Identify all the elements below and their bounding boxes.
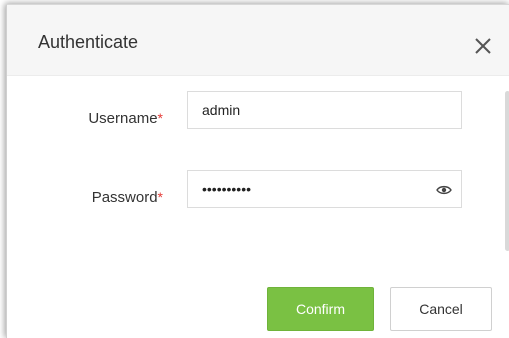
- password-label-text: Password: [91, 189, 158, 206]
- dialog-title: Authenticate: [38, 32, 139, 52]
- cancel-button[interactable]: Cancel: [390, 287, 492, 331]
- scrollbar[interactable]: [505, 91, 509, 251]
- required-mark: *: [157, 110, 163, 126]
- required-mark: *: [157, 189, 163, 205]
- authenticate-dialog: Authenticate Username* Password* Confirm…: [6, 4, 509, 338]
- password-label: Password*: [13, 188, 163, 207]
- username-label: Username*: [13, 109, 163, 128]
- username-label-text: Username: [88, 110, 158, 127]
- dialog-header: Authenticate: [7, 5, 509, 76]
- show-password-toggle[interactable]: [436, 183, 452, 195]
- password-input[interactable]: [188, 171, 446, 207]
- confirm-button[interactable]: Confirm: [267, 287, 374, 331]
- close-button[interactable]: [472, 35, 494, 57]
- password-field: [187, 170, 462, 208]
- eye-icon: [436, 185, 452, 195]
- username-input[interactable]: [187, 91, 462, 129]
- close-icon: [475, 38, 491, 54]
